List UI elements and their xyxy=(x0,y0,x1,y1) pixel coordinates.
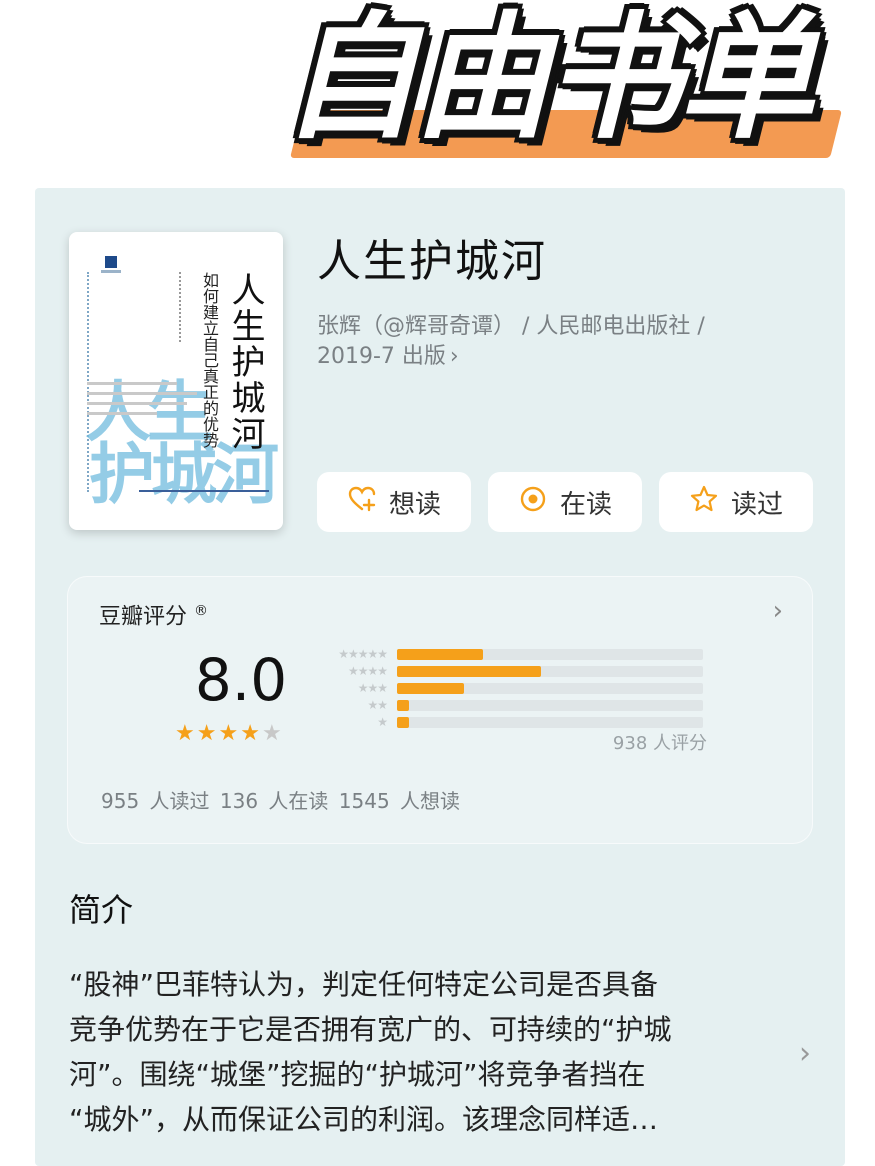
book-title: 人生护城河 xyxy=(317,236,547,287)
intro-heading: 简介 xyxy=(69,891,134,929)
reading-label: 在读 xyxy=(559,489,612,520)
cover-title: 人生护城河 xyxy=(225,272,265,452)
rating-bar-track xyxy=(397,683,703,694)
star-filled-icon: ★ xyxy=(196,721,217,746)
book-meta-line2: 2019-7 出版 › xyxy=(317,344,459,369)
star-empty-icon: ★ xyxy=(261,721,282,746)
rating-row-5: ★★★★★ xyxy=(311,646,711,663)
book-card: 人生 护城河 如何建立自己真正的优势 人生护城河 人生护城河 张辉（@辉哥奇谭）… xyxy=(35,188,845,1166)
banner-title: 自由书单 xyxy=(282,0,814,158)
rating-bar-track xyxy=(397,666,703,677)
reading-button[interactable]: 在读 xyxy=(488,472,642,532)
rating-row-3: ★★★ xyxy=(311,680,711,697)
rating-bar-4 xyxy=(397,666,541,677)
have-read-label: 读过 xyxy=(730,489,783,520)
intro-line: 河”。围绕“城堡”挖掘的“护城河”将竞争者挡在 xyxy=(69,1058,646,1091)
rating-score: 8.0 xyxy=(194,646,288,714)
intro-text[interactable]: “股神”巴菲特认为，判定任何特定公司是否具备 竞争优势在于它是否拥有宽广的、可持… xyxy=(69,962,789,1142)
four-stars-icon: ★★★★ xyxy=(347,664,388,678)
rating-bar-track xyxy=(397,700,703,711)
target-circle-icon xyxy=(518,484,548,521)
heart-plus-icon xyxy=(347,484,377,521)
reading-stats: 955 人读过 136 人在读 1545 人想读 xyxy=(101,789,461,813)
rating-label: 豆瓣评分 ® xyxy=(99,603,209,630)
book-meta-line1: 张辉（@辉哥奇谭） / 人民邮电出版社 / xyxy=(317,314,705,339)
intro-line: “股神”巴菲特认为，判定任何特定公司是否具备 xyxy=(69,968,659,1001)
rating-bar-track xyxy=(397,717,703,728)
cover-logo-caption xyxy=(101,270,121,273)
publisher-logo-icon xyxy=(105,256,117,268)
rating-row-1: ★ xyxy=(311,714,711,731)
rating-row-4: ★★★★ xyxy=(311,663,711,680)
chevron-right-icon[interactable]: › xyxy=(773,596,783,626)
intro-line: 竞争优势在于它是否拥有宽广的、可持续的“护城 xyxy=(69,1013,672,1046)
cover-publisher-bar xyxy=(139,490,269,510)
cover-subtitle: 如何建立自己真正的优势 xyxy=(200,272,219,448)
rating-panel[interactable]: 豆瓣评分 ® › 8.0 ★ ★ ★ ★ ★ ★★★★★ ★★★★ ★★★ ★★… xyxy=(67,576,813,844)
rating-bar-1 xyxy=(397,717,410,728)
want-to-read-label: 想读 xyxy=(388,489,441,520)
banner: 自由书单 xyxy=(0,0,875,175)
one-star-icon: ★ xyxy=(377,715,388,729)
cover-author-decoration xyxy=(179,272,189,342)
five-stars-icon: ★★★★★ xyxy=(338,647,388,661)
rating-bar-3 xyxy=(397,683,465,694)
want-to-read-button[interactable]: 想读 xyxy=(317,472,471,532)
intro-line: “城外”，从而保证公司的利润。该理念同样适… xyxy=(69,1103,659,1136)
rating-bar-5 xyxy=(397,649,483,660)
star-filled-icon: ★ xyxy=(218,721,239,746)
cover-blurb xyxy=(87,382,197,422)
three-stars-icon: ★★★ xyxy=(357,681,388,695)
rating-stars: ★ ★ ★ ★ ★ xyxy=(175,722,305,746)
have-read-button[interactable]: 读过 xyxy=(659,472,813,532)
two-stars-icon: ★★ xyxy=(367,698,388,712)
rating-distribution: ★★★★★ ★★★★ ★★★ ★★ ★ xyxy=(311,646,711,731)
registered-mark: ® xyxy=(194,603,209,619)
rating-count: 938 人评分 xyxy=(612,733,707,754)
star-filled-icon: ★ xyxy=(240,721,260,746)
rating-row-2: ★★ xyxy=(311,697,711,714)
rating-bar-track xyxy=(397,649,703,660)
star-filled-icon: ★ xyxy=(175,721,195,746)
chevron-right-icon[interactable]: › xyxy=(799,1034,811,1074)
book-meta[interactable]: 张辉（@辉哥奇谭） / 人民邮电出版社 / 2019-7 出版 › xyxy=(317,312,777,372)
book-cover[interactable]: 人生 护城河 如何建立自己真正的优势 人生护城河 xyxy=(69,232,283,530)
star-outline-icon xyxy=(689,484,719,521)
rating-bar-2 xyxy=(397,700,410,711)
chevron-right-icon: › xyxy=(449,344,459,369)
